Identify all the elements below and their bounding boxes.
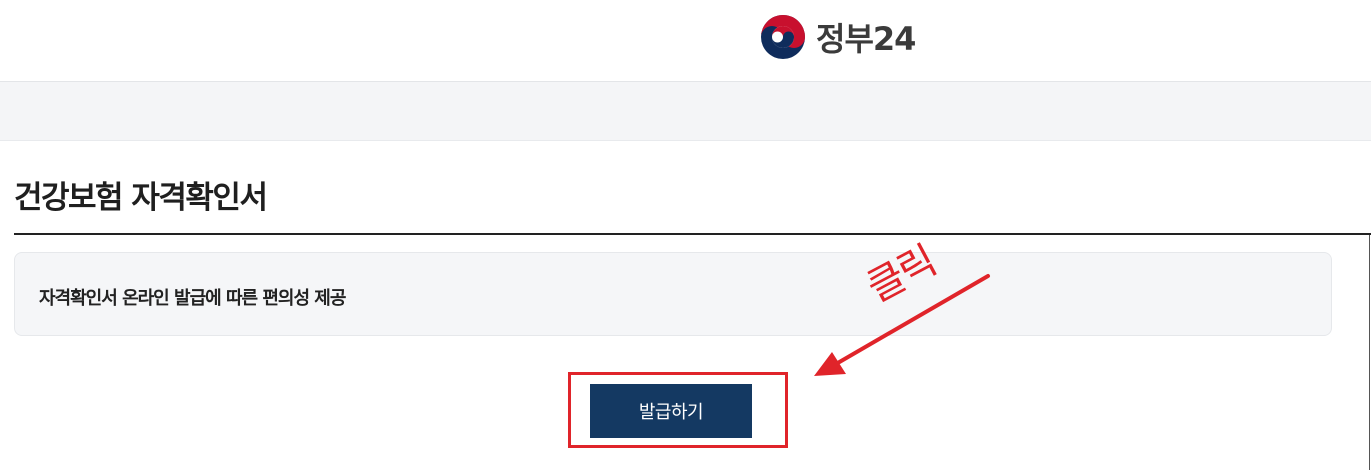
- subnav-bar: [0, 82, 1371, 141]
- info-box: 자격확인서 온라인 발급에 따른 편의성 제공: [14, 252, 1332, 336]
- logo-text: 정부24: [816, 20, 916, 58]
- page-title: 건강보험 자격확인서: [14, 180, 268, 216]
- gov24-logo[interactable]: 정부24: [760, 12, 916, 62]
- taegeuk-emblem-icon: [761, 15, 805, 59]
- title-divider: [14, 233, 1371, 235]
- info-text: 자격확인서 온라인 발급에 따른 편의성 제공: [39, 288, 346, 309]
- site-header: 정부24: [0, 0, 1371, 82]
- content-border: [1369, 235, 1370, 470]
- issue-button[interactable]: 발급하기: [590, 384, 752, 438]
